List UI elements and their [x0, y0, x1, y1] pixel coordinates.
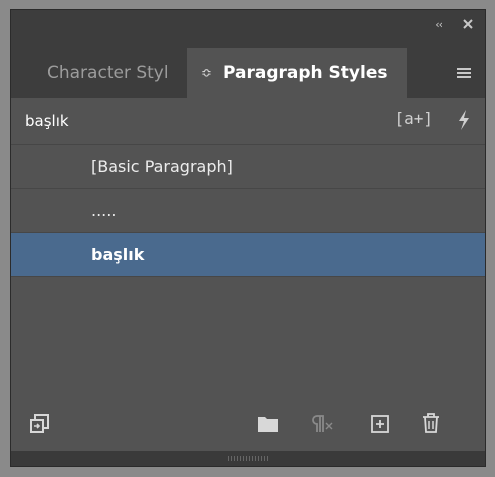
panel-menu-icon[interactable] [457, 68, 471, 78]
list-item-baslik[interactable]: başlık [11, 233, 485, 277]
new-style-icon[interactable] [370, 414, 390, 434]
list-item-basic-paragraph[interactable]: [Basic Paragraph] [11, 145, 485, 189]
resize-bar[interactable] [11, 451, 485, 466]
bottom-toolbar [11, 403, 485, 451]
list-item-dots[interactable]: ..... [11, 189, 485, 233]
sort-arrows-icon: ≎ [201, 66, 212, 81]
quick-apply-icon[interactable] [457, 109, 471, 131]
style-list: [Basic Paragraph] ..... başlık [11, 145, 485, 400]
current-style-header: başlık [a+] [11, 98, 485, 145]
close-icon[interactable] [462, 18, 474, 30]
clear-overrides-icon[interactable]: [a+] [394, 109, 433, 128]
list-item-label: [Basic Paragraph] [91, 157, 233, 176]
list-item-label: başlık [91, 245, 145, 264]
tab-bar: Character Styl ≎ Paragraph Styles [11, 42, 485, 98]
panel-title-bar[interactable]: ‹‹ [11, 10, 485, 42]
folder-icon[interactable] [257, 415, 279, 433]
tab-paragraph-styles-label: Paragraph Styles [223, 63, 388, 83]
load-styles-icon[interactable] [29, 413, 51, 435]
list-item-label: ..... [91, 201, 117, 220]
current-style-name: başlık [25, 112, 69, 130]
tab-character-styles[interactable]: Character Styl [29, 48, 187, 98]
tab-character-styles-label: Character Styl [47, 63, 169, 83]
collapse-icon[interactable]: ‹‹ [435, 19, 443, 31]
paragraph-styles-panel: ‹‹ Character Styl ≎ Paragraph Styles başl… [10, 9, 486, 467]
clear-overrides-paragraph-icon[interactable] [309, 414, 335, 434]
trash-icon[interactable] [421, 412, 441, 434]
tab-paragraph-styles[interactable]: ≎ Paragraph Styles [187, 48, 407, 98]
resize-grip[interactable] [228, 456, 268, 461]
